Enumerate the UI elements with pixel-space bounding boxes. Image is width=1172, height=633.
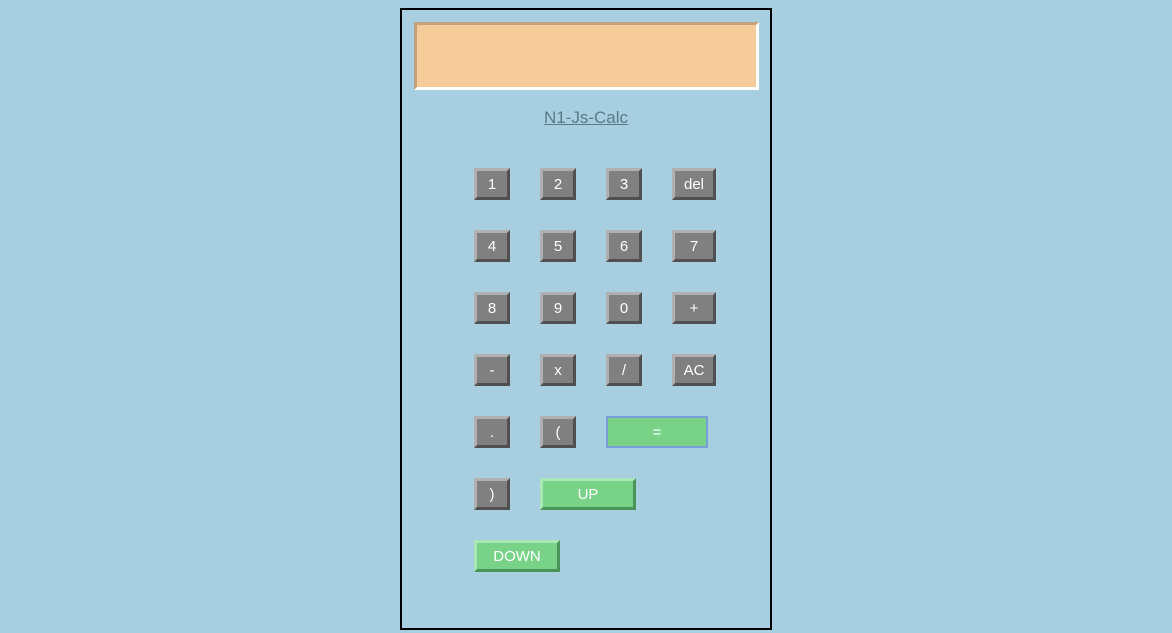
equals-button[interactable]: = — [606, 416, 708, 448]
down-button[interactable]: DOWN — [474, 540, 560, 572]
keypad-row-2: 4 5 6 7 — [474, 230, 758, 262]
all-clear-button[interactable]: AC — [672, 354, 716, 386]
delete-button[interactable]: del — [672, 168, 716, 200]
divide-button[interactable]: / — [606, 354, 642, 386]
digit-2-button[interactable]: 2 — [540, 168, 576, 200]
digit-1-button[interactable]: 1 — [474, 168, 510, 200]
plus-button[interactable]: + — [672, 292, 716, 324]
decimal-button[interactable]: . — [474, 416, 510, 448]
digit-4-button[interactable]: 4 — [474, 230, 510, 262]
digit-7-button[interactable]: 7 — [672, 230, 716, 262]
digit-8-button[interactable]: 8 — [474, 292, 510, 324]
keypad-row-7: DOWN — [474, 540, 758, 572]
close-paren-button[interactable]: ) — [474, 478, 510, 510]
calculator-container: N1-Js-Calc 1 2 3 del 4 5 6 7 8 9 0 + - x… — [400, 8, 772, 630]
digit-9-button[interactable]: 9 — [540, 292, 576, 324]
up-button[interactable]: UP — [540, 478, 636, 510]
keypad-row-3: 8 9 0 + — [474, 292, 758, 324]
open-paren-button[interactable]: ( — [540, 416, 576, 448]
digit-0-button[interactable]: 0 — [606, 292, 642, 324]
keypad-row-1: 1 2 3 del — [474, 168, 758, 200]
keypad-row-6: ) UP — [474, 478, 758, 510]
minus-button[interactable]: - — [474, 354, 510, 386]
keypad-row-4: - x / AC — [474, 354, 758, 386]
digit-3-button[interactable]: 3 — [606, 168, 642, 200]
digit-5-button[interactable]: 5 — [540, 230, 576, 262]
keypad: 1 2 3 del 4 5 6 7 8 9 0 + - x / AC . ( = — [414, 168, 758, 602]
display-screen — [414, 22, 759, 90]
app-title: N1-Js-Calc — [414, 108, 758, 128]
digit-6-button[interactable]: 6 — [606, 230, 642, 262]
multiply-button[interactable]: x — [540, 354, 576, 386]
keypad-row-5: . ( = — [474, 416, 758, 448]
